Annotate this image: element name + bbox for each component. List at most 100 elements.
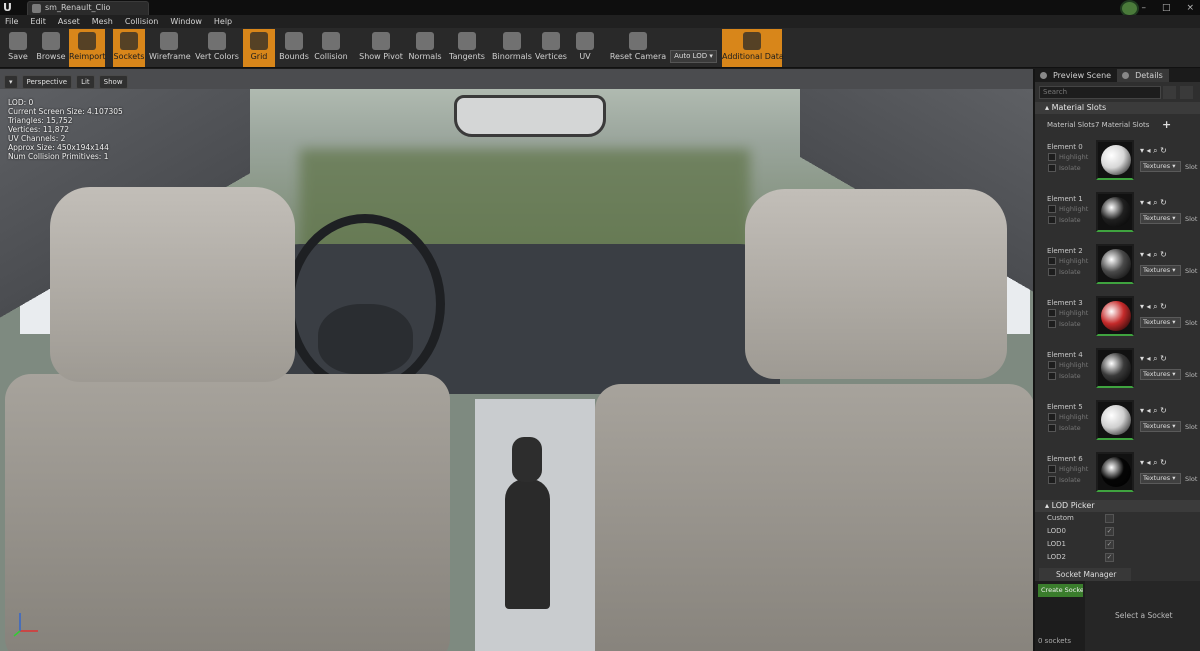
tab-details[interactable]: Details bbox=[1117, 69, 1169, 82]
lit-mode-button[interactable]: Lit bbox=[76, 75, 95, 89]
isolate-checkbox[interactable] bbox=[1048, 320, 1056, 328]
material-thumbnail[interactable] bbox=[1096, 192, 1134, 232]
toolbar: Save Browse Reimport Sockets Wireframe Vert C… bbox=[0, 28, 1200, 68]
show-button[interactable]: Show bbox=[98, 75, 128, 89]
menu-help[interactable]: Help bbox=[214, 15, 232, 28]
additional-data-button[interactable]: Additional Data bbox=[722, 29, 784, 67]
reset-camera-button[interactable]: Reset Camera bbox=[609, 29, 667, 67]
lod-row-custom: Custom bbox=[1047, 514, 1197, 524]
slot-label: Slot bbox=[1185, 163, 1198, 171]
highlight-checkbox[interactable] bbox=[1048, 465, 1056, 473]
browse-button[interactable]: Browse bbox=[36, 29, 66, 67]
highlight-label: Highlight bbox=[1059, 153, 1089, 161]
maximize-button[interactable]: □ bbox=[1162, 3, 1171, 13]
show-pivot-button[interactable]: Show Pivot bbox=[358, 29, 404, 67]
material-actions-icon[interactable]: ▾ ◂ ⌕ ↻ bbox=[1140, 146, 1167, 156]
textures-dropdown[interactable]: Textures ▾ bbox=[1140, 421, 1181, 432]
save-button[interactable]: Save bbox=[3, 29, 33, 67]
highlight-checkbox[interactable] bbox=[1048, 361, 1056, 369]
isolate-checkbox[interactable] bbox=[1048, 164, 1056, 172]
highlight-checkbox[interactable] bbox=[1048, 257, 1056, 265]
socket-manager-tab[interactable]: Socket Manager bbox=[1039, 568, 1131, 581]
material-element-2: Element 2 Highlight Isolate ▾ ◂ ⌕ ↻ Textures… bbox=[1035, 244, 1200, 296]
normals-button[interactable]: Normals bbox=[407, 29, 443, 67]
isolate-checkbox[interactable] bbox=[1048, 372, 1056, 380]
menu-edit[interactable]: Edit bbox=[30, 15, 46, 28]
material-actions-icon[interactable]: ▾ ◂ ⌕ ↻ bbox=[1140, 406, 1167, 416]
stat-approx-size: Approx Size: 450x194x144 bbox=[8, 143, 109, 152]
asset-document-tab[interactable]: sm_Renault_Clio bbox=[27, 1, 149, 15]
material-thumbnail[interactable] bbox=[1096, 140, 1134, 180]
preview-scene-icon bbox=[1040, 72, 1047, 79]
vert-colors-button[interactable]: Vert Colors bbox=[194, 29, 240, 67]
binormals-button[interactable]: Binormals bbox=[490, 29, 534, 67]
toolbar-button-label: Collision bbox=[314, 52, 348, 61]
textures-dropdown[interactable]: Textures ▾ bbox=[1140, 265, 1181, 276]
minimize-button[interactable]: – bbox=[1141, 3, 1146, 13]
menu-asset[interactable]: Asset bbox=[58, 15, 80, 28]
textures-dropdown[interactable]: Textures ▾ bbox=[1140, 213, 1181, 224]
isolate-checkbox[interactable] bbox=[1048, 424, 1056, 432]
material-actions-icon[interactable]: ▾ ◂ ⌕ ↻ bbox=[1140, 302, 1167, 312]
lod-checkbox[interactable]: ✓ bbox=[1105, 540, 1114, 549]
textures-dropdown[interactable]: Textures ▾ bbox=[1140, 473, 1181, 484]
material-thumbnail[interactable] bbox=[1096, 244, 1134, 284]
lod-checkbox[interactable] bbox=[1105, 514, 1114, 523]
material-element-1: Element 1 Highlight Isolate ▾ ◂ ⌕ ↻ Textures… bbox=[1035, 192, 1200, 244]
mesh-viewport[interactable]: ▾ Perspective Lit Show LOD: 0 Current Sc… bbox=[0, 69, 1033, 651]
material-actions-icon[interactable]: ▾ ◂ ⌕ ↻ bbox=[1140, 198, 1167, 208]
property-matrix-icon[interactable] bbox=[1180, 86, 1193, 99]
highlight-label: Highlight bbox=[1059, 361, 1089, 369]
isolate-checkbox[interactable] bbox=[1048, 476, 1056, 484]
mesh-stats: LOD: 0 Current Screen Size: 4.107305 Tri… bbox=[8, 98, 123, 161]
material-thumbnail[interactable] bbox=[1096, 348, 1134, 388]
highlight-checkbox[interactable] bbox=[1048, 413, 1056, 421]
grid-button[interactable]: Grid bbox=[243, 29, 275, 67]
viewport-options-button[interactable]: ▾ bbox=[4, 75, 18, 89]
close-button[interactable]: × bbox=[1186, 3, 1194, 13]
material-thumbnail[interactable] bbox=[1096, 400, 1134, 440]
reimport-button[interactable]: Reimport bbox=[69, 29, 106, 67]
tangents-button[interactable]: Tangents bbox=[448, 29, 486, 67]
perspective-button[interactable]: Perspective bbox=[21, 75, 73, 89]
sockets-icon bbox=[120, 32, 138, 50]
add-material-slot-button[interactable]: + bbox=[1162, 118, 1171, 131]
vertices-button[interactable]: Vertices bbox=[535, 29, 567, 67]
menu-window[interactable]: Window bbox=[170, 15, 202, 28]
textures-dropdown[interactable]: Textures ▾ bbox=[1140, 369, 1181, 380]
auto-lod-dropdown[interactable]: Auto LOD ▾ bbox=[670, 50, 717, 63]
collision-button[interactable]: Collision bbox=[313, 29, 349, 67]
lod-checkbox[interactable]: ✓ bbox=[1105, 527, 1114, 536]
uv-button[interactable]: UV bbox=[570, 29, 600, 67]
bounds-button[interactable]: Bounds bbox=[278, 29, 310, 67]
lod-checkbox[interactable]: ✓ bbox=[1105, 553, 1114, 562]
material-actions-icon[interactable]: ▾ ◂ ⌕ ↻ bbox=[1140, 354, 1167, 364]
material-actions-icon[interactable]: ▾ ◂ ⌕ ↻ bbox=[1140, 458, 1167, 468]
details-search-input[interactable]: Search bbox=[1039, 86, 1161, 99]
material-slots-header[interactable]: ▴ Material Slots bbox=[1035, 102, 1200, 114]
isolate-checkbox[interactable] bbox=[1048, 216, 1056, 224]
create-socket-button[interactable]: Create Socket bbox=[1038, 584, 1083, 597]
normals-icon bbox=[416, 32, 434, 50]
highlight-checkbox[interactable] bbox=[1048, 153, 1056, 161]
menu-collision[interactable]: Collision bbox=[125, 15, 159, 28]
sockets-button[interactable]: Sockets bbox=[113, 29, 145, 67]
slot-label: Slot bbox=[1185, 319, 1198, 327]
eye-icon[interactable] bbox=[1196, 86, 1200, 99]
lod-picker-header[interactable]: ▴ LOD Picker bbox=[1035, 500, 1200, 512]
material-thumbnail[interactable] bbox=[1096, 296, 1134, 336]
wireframe-button[interactable]: Wireframe bbox=[149, 29, 191, 67]
textures-dropdown[interactable]: Textures ▾ bbox=[1140, 317, 1181, 328]
highlight-checkbox[interactable] bbox=[1048, 309, 1056, 317]
material-actions-icon[interactable]: ▾ ◂ ⌕ ↻ bbox=[1140, 250, 1167, 260]
highlight-checkbox[interactable] bbox=[1048, 205, 1056, 213]
tab-preview-scene[interactable]: Preview Scene bbox=[1035, 69, 1117, 82]
search-icon[interactable] bbox=[1163, 86, 1176, 99]
textures-dropdown[interactable]: Textures ▾ bbox=[1140, 161, 1181, 172]
isolate-checkbox[interactable] bbox=[1048, 268, 1056, 276]
material-thumbnail[interactable] bbox=[1096, 452, 1134, 492]
menu-mesh[interactable]: Mesh bbox=[92, 15, 113, 28]
element-label: Element 5 bbox=[1047, 403, 1083, 411]
material-element-6: Element 6 Highlight Isolate ▾ ◂ ⌕ ↻ Textures… bbox=[1035, 452, 1200, 504]
menu-file[interactable]: File bbox=[5, 15, 18, 28]
